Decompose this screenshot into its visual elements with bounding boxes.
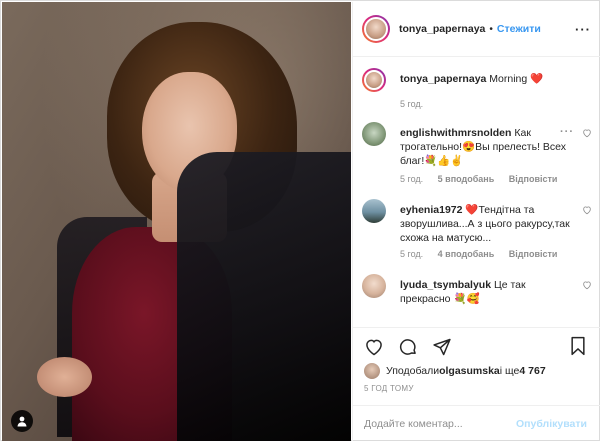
comment-body: lyuda_tsymbalyuk Це так прекрасно 💐🥰: [400, 278, 570, 306]
comment-options-icon[interactable]: ···: [560, 126, 574, 138]
post-sidebar: tonya_papernaya • Стежити ··· tonya_pape…: [352, 2, 600, 441]
caption-avatar[interactable]: [362, 68, 386, 92]
liker-username[interactable]: olgasumska: [439, 365, 500, 377]
liker-avatar[interactable]: [364, 363, 380, 379]
share-icon[interactable]: [432, 337, 452, 357]
comment-like-icon[interactable]: [582, 128, 592, 138]
caption-heart-emoji: ❤️: [530, 73, 544, 85]
post-header: tonya_papernaya • Стежити ···: [353, 2, 600, 57]
reply-button[interactable]: Відповісти: [509, 174, 558, 184]
caption-text: Morning: [489, 73, 531, 85]
comment-body: englishwithmrsnolden Как трогательно!😍Вы…: [400, 126, 570, 168]
comment-username[interactable]: eyhenia1972: [400, 204, 462, 216]
photo-robe: [177, 152, 351, 441]
comment-icon[interactable]: [398, 337, 418, 357]
caption-username[interactable]: tonya_papernaya: [400, 73, 486, 85]
post-timestamp[interactable]: 5 ГОД ТОМУ: [364, 384, 414, 393]
like-icon[interactable]: [364, 337, 384, 357]
caption-body: tonya_papernaya Morning ❤️: [400, 72, 570, 86]
comment-time[interactable]: 5 год.: [400, 249, 423, 259]
commenter-avatar[interactable]: [362, 122, 386, 146]
post-modal: tonya_papernaya • Стежити ··· tonya_pape…: [0, 0, 600, 441]
user-icon: [17, 416, 27, 427]
likes-middle: і ще: [499, 365, 520, 377]
likes-summary: Уподобали olgasumska і ще 4 767: [364, 363, 546, 379]
comment-like-icon[interactable]: [582, 280, 592, 290]
reply-button[interactable]: Відповісти: [509, 249, 558, 259]
action-icons: [364, 336, 452, 358]
comment-likes[interactable]: 4 вподобань: [438, 249, 495, 259]
owner-username[interactable]: tonya_papernaya: [399, 23, 485, 35]
commenter-avatar[interactable]: [362, 199, 386, 223]
comment-meta: 5 год. 4 вподобань Відповісти: [400, 249, 569, 259]
more-options-icon[interactable]: ···: [575, 22, 591, 37]
add-comment-bar: Опублікувати: [353, 405, 600, 441]
comment-body: eyhenia1972 ❤️Тендітна та зворушлива...А…: [400, 203, 570, 245]
header-separator: •: [489, 23, 493, 35]
post-photo[interactable]: [2, 2, 351, 441]
photo-hand: [37, 357, 92, 397]
comments-list[interactable]: tonya_papernaya Morning ❤️ 5 год. englis…: [353, 58, 600, 326]
tagged-users-button[interactable]: [11, 410, 33, 432]
likes-prefix: Уподобали: [386, 365, 440, 377]
comment-meta: 5 год. 5 вподобань Відповісти: [400, 174, 569, 184]
comment-time[interactable]: 5 год.: [400, 174, 423, 184]
bookmark-icon[interactable]: [569, 336, 587, 356]
comment-username[interactable]: englishwithmrsnolden: [400, 127, 511, 139]
comment-like-icon[interactable]: [582, 205, 592, 215]
comment-input[interactable]: [364, 417, 514, 430]
owner-avatar[interactable]: [362, 15, 390, 43]
follow-button[interactable]: Стежити: [497, 23, 541, 35]
caption-time[interactable]: 5 год.: [400, 99, 423, 109]
caption-meta: 5 год.: [400, 99, 435, 109]
comment-likes[interactable]: 5 вподобань: [438, 174, 495, 184]
likes-count[interactable]: 4 767: [519, 365, 545, 377]
commenter-avatar[interactable]: [362, 274, 386, 298]
comment-username[interactable]: lyuda_tsymbalyuk: [400, 279, 491, 291]
post-actions: Уподобали olgasumska і ще 4 767 5 ГОД ТО…: [353, 327, 600, 405]
post-comment-button[interactable]: Опублікувати: [516, 418, 587, 430]
